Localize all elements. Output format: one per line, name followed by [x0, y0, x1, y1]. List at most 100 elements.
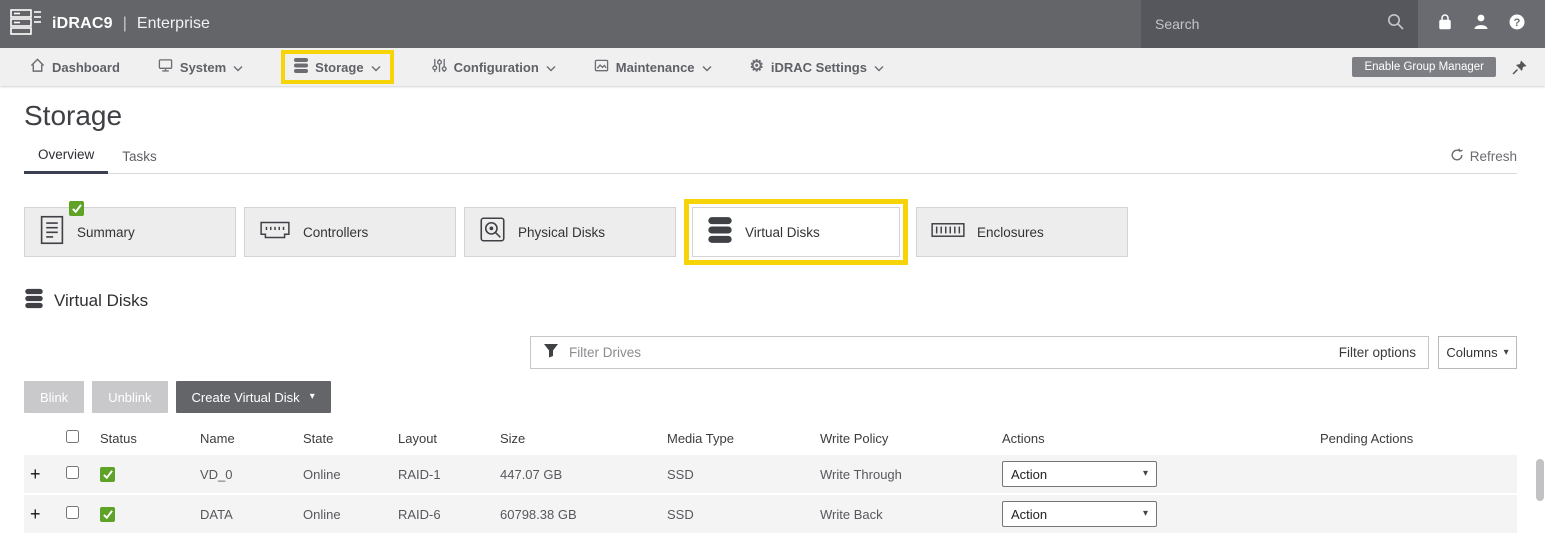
unblink-button[interactable]: Unblink — [92, 381, 167, 413]
vd-media-type: SSD — [661, 507, 814, 522]
row-checkbox[interactable] — [66, 506, 79, 519]
nav-dashboard[interactable]: Dashboard — [30, 58, 120, 76]
card-virtual-disks[interactable]: Virtual Disks — [692, 207, 900, 257]
create-virtual-disk-label: Create Virtual Disk — [192, 390, 300, 405]
lock-icon[interactable] — [1437, 13, 1453, 35]
vd-size: 447.07 GB — [494, 467, 661, 482]
storage-category-cards: Summary Controllers Physical Disks — [24, 200, 1517, 264]
caret-down-icon: ▾ — [1143, 509, 1148, 519]
filter-row: Filter options Columns ▾ — [530, 336, 1517, 369]
top-header: iDRAC9 | Enterprise ? — [0, 0, 1545, 48]
filter-drives-input[interactable] — [569, 345, 1329, 360]
filter-box: Filter options — [530, 336, 1429, 369]
col-write-policy: Write Policy — [814, 431, 996, 446]
table-row: + DATA Online RAID-6 60798.38 GB SSD Wri… — [24, 495, 1517, 533]
status-ok-icon — [100, 467, 115, 482]
sliders-icon — [432, 58, 447, 76]
brand: iDRAC9 | Enterprise — [0, 0, 1141, 48]
action-select[interactable]: Action ▾ — [1002, 501, 1157, 527]
vd-name: DATA — [194, 507, 297, 522]
brand-edition: Enterprise — [137, 15, 210, 33]
expand-row-button[interactable]: + — [30, 504, 41, 524]
page-title: Storage — [24, 100, 1517, 132]
blink-button[interactable]: Blink — [24, 381, 84, 413]
nav-configuration[interactable]: Configuration — [432, 58, 556, 76]
col-layout: Layout — [392, 431, 494, 446]
search-icon[interactable] — [1387, 13, 1404, 35]
vd-layout: RAID-1 — [392, 467, 494, 482]
filter-options-link[interactable]: Filter options — [1339, 345, 1416, 360]
caret-down-icon: ▾ — [310, 392, 315, 402]
refresh-label: Refresh — [1470, 149, 1517, 164]
card-physical-disks-label: Physical Disks — [518, 225, 605, 240]
vd-size: 60798.38 GB — [494, 507, 661, 522]
storage-stack-icon — [294, 58, 308, 76]
card-physical-disks[interactable]: Physical Disks — [464, 207, 676, 257]
vd-write-policy: Write Back — [814, 507, 996, 522]
pin-icon[interactable] — [1512, 60, 1527, 75]
storage-highlight-box: Storage — [281, 50, 393, 84]
columns-label: Columns — [1446, 345, 1497, 360]
physical-disk-icon — [479, 216, 506, 248]
card-controllers-label: Controllers — [303, 225, 368, 240]
tab-overview[interactable]: Overview — [24, 147, 108, 174]
tab-tasks[interactable]: Tasks — [108, 149, 171, 173]
create-virtual-disk-button[interactable]: Create Virtual Disk ▾ — [176, 381, 331, 413]
expand-row-button[interactable]: + — [30, 464, 41, 484]
nav-dashboard-label: Dashboard — [52, 60, 120, 75]
nav-storage-label: Storage — [315, 60, 363, 75]
card-controllers[interactable]: Controllers — [244, 207, 456, 257]
gear-icon: ⚙ — [750, 59, 764, 75]
col-actions: Actions — [996, 431, 1314, 446]
chevron-down-icon — [233, 60, 243, 75]
chevron-down-icon — [371, 60, 381, 75]
virtual-disks-stack-icon — [707, 216, 733, 249]
chevron-down-icon — [702, 60, 712, 75]
help-icon[interactable]: ? — [1508, 13, 1526, 36]
card-enclosures[interactable]: Enclosures — [916, 207, 1128, 257]
monitor-icon — [158, 58, 173, 76]
enable-group-manager-button[interactable]: Enable Group Manager — [1352, 57, 1496, 77]
col-name: Name — [194, 431, 297, 446]
section-header: Virtual Disks — [24, 288, 1517, 314]
nav-idrac-settings[interactable]: ⚙ iDRAC Settings — [750, 59, 884, 75]
action-select[interactable]: Action ▾ — [1002, 461, 1157, 487]
virtual-disks-highlight-box: Virtual Disks — [684, 199, 908, 265]
col-pending-actions: Pending Actions — [1314, 431, 1517, 446]
user-icon[interactable] — [1473, 13, 1489, 35]
select-all-checkbox[interactable] — [66, 430, 79, 443]
svg-text:?: ? — [1513, 17, 1520, 29]
enclosure-rack-icon — [931, 222, 965, 243]
caret-down-icon: ▾ — [1504, 348, 1509, 358]
header-icon-group: ? — [1418, 0, 1545, 48]
filter-funnel-icon — [543, 343, 559, 363]
row-checkbox[interactable] — [66, 466, 79, 479]
vd-layout: RAID-6 — [392, 507, 494, 522]
chevron-down-icon — [874, 60, 884, 75]
section-title-text: Virtual Disks — [54, 291, 148, 311]
chevron-down-icon — [546, 60, 556, 75]
nav-system[interactable]: System — [158, 58, 243, 76]
idrac-logo-icon — [10, 7, 42, 42]
main-nav: Dashboard System Storage — [0, 48, 1545, 86]
col-media-type: Media Type — [661, 431, 814, 446]
columns-dropdown-button[interactable]: Columns ▾ — [1438, 336, 1517, 369]
card-summary-label: Summary — [77, 225, 135, 240]
card-summary[interactable]: Summary — [24, 207, 236, 257]
home-icon — [30, 58, 45, 76]
vertical-scrollbar[interactable] — [1536, 459, 1544, 501]
action-select-value: Action — [1011, 507, 1047, 522]
table-row: + VD_0 Online RAID-1 447.07 GB SSD Write… — [24, 455, 1517, 493]
col-size: Size — [494, 431, 661, 446]
status-ok-icon — [100, 507, 115, 522]
table-header-row: Status Name State Layout Size Media Type… — [24, 421, 1517, 455]
action-select-value: Action — [1011, 467, 1047, 482]
search-input[interactable] — [1155, 16, 1379, 32]
vd-write-policy: Write Through — [814, 467, 996, 482]
refresh-button[interactable]: Refresh — [1450, 148, 1517, 173]
nav-storage[interactable]: Storage — [294, 58, 380, 76]
nav-maintenance[interactable]: Maintenance — [594, 58, 712, 76]
controller-card-icon — [259, 218, 291, 247]
vd-state: Online — [297, 507, 392, 522]
card-virtual-disks-label: Virtual Disks — [745, 225, 820, 240]
